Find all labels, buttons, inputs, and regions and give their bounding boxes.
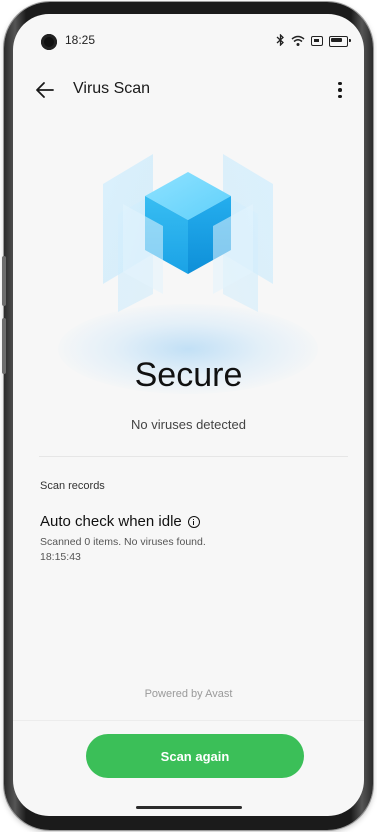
bottom-divider <box>13 720 364 721</box>
scan-record-title: Auto check when idle <box>40 513 182 530</box>
status-bar: 18:25 <box>13 14 364 64</box>
front-camera <box>41 34 57 50</box>
scan-record-item[interactable]: Auto check when idle <box>40 513 200 530</box>
screen: 18:25 Virus Scan Secure No viruses detec… <box>13 14 364 816</box>
cube-shield-icon <box>103 154 273 312</box>
power-button <box>2 318 6 374</box>
scan-status-detail: No viruses detected <box>131 417 246 432</box>
scan-records-label: Scan records <box>40 480 105 492</box>
status-icons <box>276 33 351 48</box>
info-icon[interactable] <box>187 515 200 528</box>
status-time: 18:25 <box>65 33 96 47</box>
sim-icon <box>311 36 323 46</box>
battery-icon <box>329 35 351 47</box>
security-illustration <box>13 124 364 394</box>
home-indicator[interactable] <box>136 806 242 809</box>
scan-status-title: Secure <box>134 356 243 394</box>
scan-again-button[interactable]: Scan again <box>86 734 304 778</box>
volume-button <box>2 256 6 306</box>
divider <box>39 456 348 457</box>
wifi-icon <box>291 35 305 47</box>
powered-by-text: Powered by Avast <box>144 688 233 700</box>
phone-frame: 18:25 Virus Scan Secure No viruses detec… <box>0 0 377 832</box>
page-title: Virus Scan <box>73 80 151 97</box>
scan-record-description: Scanned 0 items. No viruses found. <box>40 536 206 548</box>
bluetooth-icon <box>276 33 285 48</box>
scan-record-time: 18:15:43 <box>40 551 81 563</box>
app-bar: Virus Scan <box>13 70 364 110</box>
arrow-left-icon[interactable] <box>33 78 57 102</box>
more-vertical-icon[interactable] <box>328 76 352 104</box>
